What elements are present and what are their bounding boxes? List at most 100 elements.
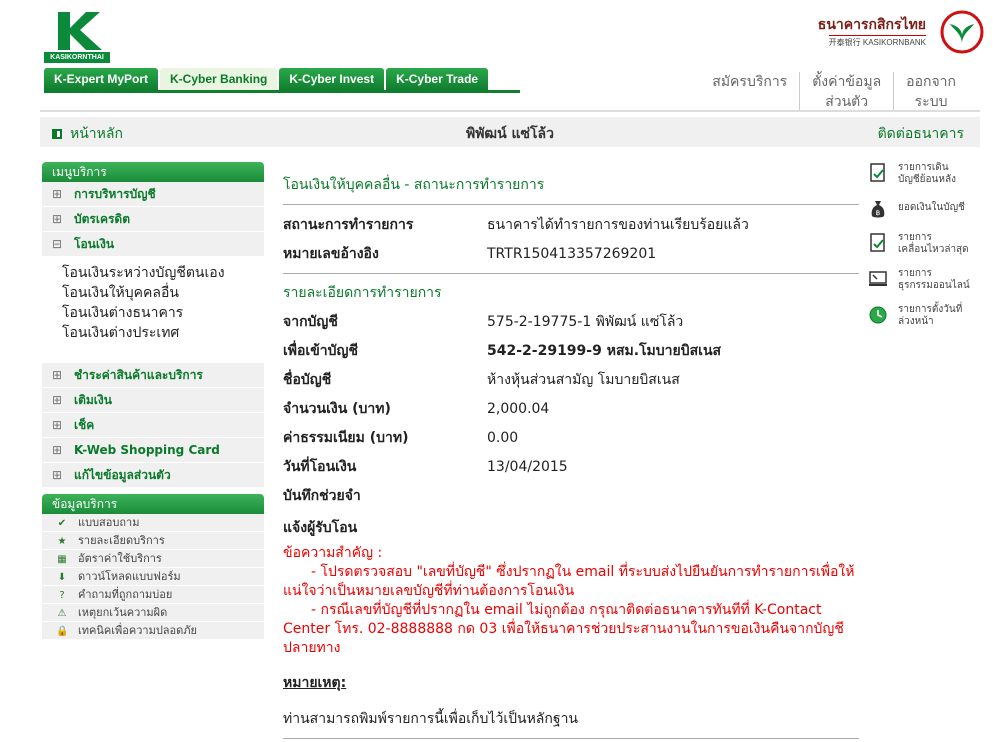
page-title: โอนเงินให้บุคคลอื่น - สถานะการทำรายการ (283, 177, 545, 193)
memo-value (487, 486, 859, 506)
tab-k-cyber-banking[interactable]: K-Cyber Banking (160, 68, 278, 90)
info-label: เหตุยกเว้นความผิด (78, 606, 168, 619)
sidebar-item-cheque[interactable]: ⊞ เช็ค (42, 413, 264, 438)
to-account-label: เพื่อเข้าบัญชี (283, 343, 358, 359)
user-name: พิพัฒน์ แซ่โล้ว (465, 126, 555, 142)
info-faq[interactable]: ? คำถามที่ถูกถามบ่อย (42, 586, 264, 604)
info-label: รายละเอียดบริการ (78, 534, 165, 547)
account-name-row: ชื่อบัญชี ห้างหุ้นส่วนสามัญ โมบายบิสเนส (283, 370, 859, 390)
sidebar-item-credit-card[interactable]: ⊞ บัตรเครดิต (42, 207, 264, 232)
bank-name-en: 开泰银行 KASIKORNBANK (828, 35, 926, 48)
date-label: วันที่โอนเงิน (283, 459, 357, 475)
reference-value: TRTR150413357269201 (487, 246, 657, 262)
to-account-row: เพื่อเข้าบัญชี 542-2-29199-9 หสม.โมบายบิส… (283, 341, 859, 361)
sidebar: เมนูบริการ ⊞ การบริหารบัญชี ⊞ บัตรเครดิต ⊟… (42, 162, 264, 640)
transfer-status-panel: โอนเงินให้บุคคลอื่น - สถานะการทำรายการ ส… (283, 174, 859, 739)
top-nav: สมัครบริการ ตั้งค่าข้อมูลส่วนตัว ออกจากร… (700, 72, 968, 112)
sidebar-item-topup[interactable]: ⊞ เติมเงิน (42, 388, 264, 413)
quick-link-label: รายการ (898, 232, 932, 243)
collapse-icon: ⊟ (52, 237, 63, 251)
divider (283, 273, 859, 274)
quick-link-scheduled[interactable]: รายการตั้งวันที่ ล่วงหน้า (868, 304, 988, 328)
note-title: หมายเหตุ: (283, 675, 347, 691)
expand-icon: ⊞ (52, 468, 63, 482)
movement-icon (870, 233, 885, 252)
sidebar-item-k-web-shopping-card[interactable]: ⊞ K-Web Shopping Card (42, 438, 264, 463)
quick-link-balance[interactable]: ฿ ยอดเงินในบัญชี (868, 198, 988, 220)
info-label: คำถามที่ถูกถามบ่อย (78, 588, 173, 601)
amount-label: จำนวนเงิน (บาท) (283, 401, 391, 417)
settings-label-2: ส่วนตัว (825, 94, 869, 110)
service-menu-title: เมนูบริการ (42, 162, 264, 182)
info-security-tips[interactable]: 🔒 เทคนิคเพื่อความปลอดภัย (42, 622, 264, 640)
info-disclaimer[interactable]: ⚠ เหตุยกเว้นความผิด (42, 604, 264, 622)
notify-label: แจ้งผู้รับโอน (283, 520, 358, 536)
kasikorn-logo[interactable]: KASIKORNTHAI (44, 10, 110, 64)
info-download-forms[interactable]: ⬇ ดาวน์โหลดแบบฟอร์ม (42, 568, 264, 586)
memo-row: บันทึกช่วยจำ (283, 486, 859, 506)
from-account-row: จากบัญชี 575-2-19775-1 พิพัฒน์ แซ่โล้ว (283, 312, 859, 332)
quick-link-label: บัญชีย้อนหลัง (898, 174, 956, 185)
important-item-1: - โปรดตรวจสอบ "เลขที่บัญชี" ซึ่งปรากฏใน … (283, 564, 855, 599)
info-service-details[interactable]: ★ รายละเอียดบริการ (42, 532, 264, 550)
info-label: แบบสอบถาม (78, 516, 140, 529)
download-icon: ⬇ (57, 572, 67, 583)
logout-link[interactable]: ออกจาก ระบบ (893, 72, 968, 112)
notify-row: แจ้งผู้รับโอน (283, 518, 859, 538)
submenu-own-account[interactable]: โอนเงินระหว่างบัญชีตนเอง (62, 263, 264, 283)
logo-text: KASIKORNTHAI (44, 52, 110, 63)
sidebar-item-edit-profile[interactable]: ⊞ แก้ไขข้อมูลส่วนตัว (42, 463, 264, 488)
important-notice: ข้อความสำคัญ : - โปรดตรวจสอบ "เลขที่บัญช… (283, 544, 859, 658)
fee-label: ค่าธรรมเนียม (บาท) (283, 430, 409, 446)
contact-bank-link[interactable]: ติดต่อธนาคาร (878, 123, 964, 145)
submenu-other-person[interactable]: โอนเงินให้บุคคลอื่น (62, 283, 264, 303)
header-divider (40, 110, 980, 112)
sidebar-item-payment[interactable]: ⊞ ชำระค่าสินค้าและบริการ (42, 363, 264, 388)
sidebar-item-transfer[interactable]: ⊟ โอนเงิน (42, 232, 264, 257)
register-link[interactable]: สมัครบริการ (700, 72, 799, 112)
sidebar-item-label: การบริหารบัญชี (74, 187, 156, 201)
divider (283, 738, 859, 739)
bank-brand: ธนาคารกสิกรไทย 开泰银行 KASIKORNBANK (814, 10, 984, 54)
amount-row: จำนวนเงิน (บาท) 2,000.04 (283, 399, 859, 419)
quick-link-label: ล่วงหน้า (898, 316, 934, 327)
expand-icon: ⊞ (52, 187, 63, 201)
sidebar-item-label: โอนเงิน (74, 237, 115, 251)
quick-link-recent-movement[interactable]: รายการ เคลื่อนไหวล่าสุด (868, 232, 988, 256)
info-survey[interactable]: ✔ แบบสอบถาม (42, 514, 264, 532)
reference-label: หมายเลขอ้างอิง (283, 246, 379, 262)
submenu-overseas[interactable]: โอนเงินต่างประเทศ (62, 323, 264, 343)
money-bag-icon: ฿ (871, 201, 885, 218)
transfer-submenu: โอนเงินระหว่างบัญชีตนเอง โอนเงินให้บุคคล… (42, 257, 264, 363)
clock-icon (869, 306, 887, 324)
product-tabs: K-Expert MyPort K-Cyber Banking K-Cyber … (44, 68, 489, 90)
quick-link-label: รายการตั้งวันที่ (898, 304, 963, 315)
lock-icon: 🔒 (56, 626, 69, 637)
from-account-value: 575-2-19775-1 พิพัฒน์ แซ่โล้ว (487, 314, 684, 330)
expand-icon: ⊞ (52, 418, 63, 432)
amount-value: 2,000.04 (487, 401, 550, 417)
sidebar-item-label: เติมเงิน (74, 393, 112, 407)
quick-link-statement-history[interactable]: รายการเดิน บัญชีย้อนหลัง (868, 162, 988, 186)
important-item-2: - กรณีเลขที่บัญชีที่ปรากฏใน email ไม่ถูก… (283, 602, 844, 656)
submenu-other-bank[interactable]: โอนเงินต่างธนาคาร (62, 303, 264, 323)
from-account-label: จากบัญชี (283, 314, 338, 330)
svg-text:฿: ฿ (876, 209, 880, 217)
date-value: 13/04/2015 (487, 459, 568, 475)
info-fees[interactable]: ▦ อัตราค่าใช้บริการ (42, 550, 264, 568)
tab-k-cyber-invest[interactable]: K-Cyber Invest (279, 68, 385, 90)
sidebar-item-label: แก้ไขข้อมูลส่วนตัว (74, 468, 171, 482)
sidebar-item-account-management[interactable]: ⊞ การบริหารบัญชี (42, 182, 264, 207)
info-label: อัตราค่าใช้บริการ (78, 552, 162, 565)
tab-k-cyber-trade[interactable]: K-Cyber Trade (386, 68, 489, 90)
status-row: สถานะการทำรายการ ธนาคารได้ทำรายการของท่าน… (283, 215, 859, 235)
settings-label-1: ตั้งค่าข้อมูล (812, 74, 882, 90)
settings-link[interactable]: ตั้งค่าข้อมูลส่วนตัว (799, 72, 893, 112)
quick-link-online-transactions[interactable]: รายการ ธุรกรรมออนไลน์ (868, 268, 988, 292)
tab-underline (44, 90, 520, 93)
register-label: สมัครบริการ (712, 74, 788, 90)
online-transaction-icon (869, 271, 887, 286)
tab-k-expert-myport[interactable]: K-Expert MyPort (44, 68, 159, 90)
important-title: ข้อความสำคัญ : (283, 545, 383, 561)
quick-links: รายการเดิน บัญชีย้อนหลัง ฿ ยอดเงินในบัญชี… (868, 162, 988, 340)
